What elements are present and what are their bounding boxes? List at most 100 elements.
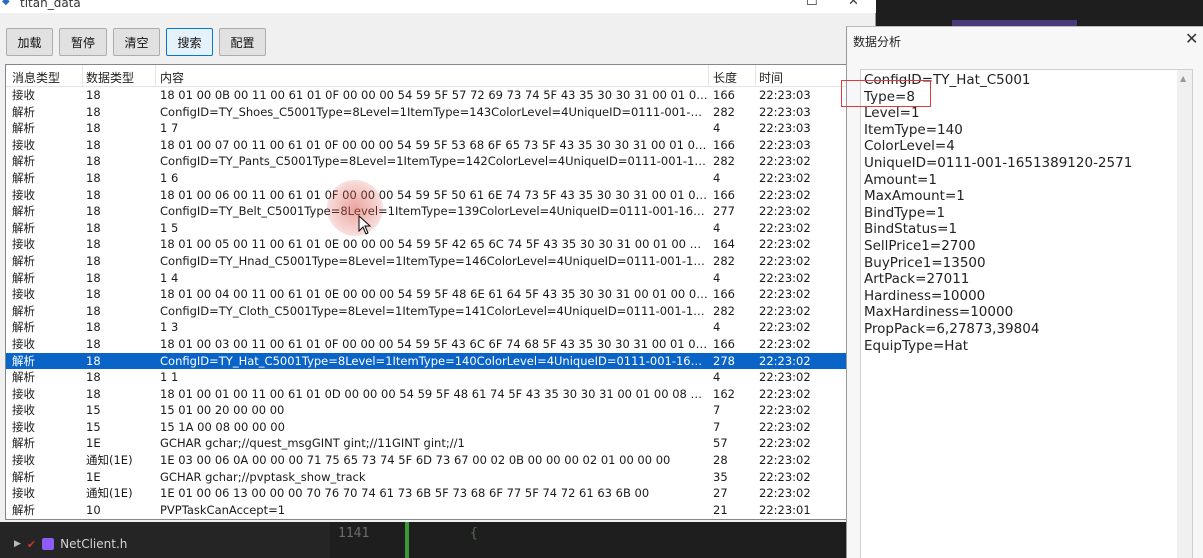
table-row[interactable]: 接收 18 18 01 00 01 00 11 00 61 01 0D 00 00 … [6, 386, 846, 403]
solution-file-item[interactable]: ▶ ✔ NetClient.h [14, 537, 127, 551]
time-cell: 22:23:02 [759, 204, 811, 219]
column-divider[interactable] [755, 65, 756, 87]
column-divider[interactable] [82, 65, 83, 87]
code-line: { [470, 526, 478, 541]
table-row[interactable]: 解析 1E GCHAR gchar;//pvptask_show_track 35 22… [6, 469, 846, 486]
maximize-icon[interactable]: ☐ [806, 0, 818, 9]
length-cell: 166 [713, 137, 735, 152]
clear-button[interactable]: 清空 [113, 28, 160, 56]
checkmark-icon: ✔ [26, 537, 37, 551]
time-cell: 22:23:02 [759, 469, 811, 484]
content-cell: ConfigID=TY_Hat_C5001Type=8Level=1ItemTy… [160, 353, 708, 368]
message-type-cell: 解析 [12, 469, 35, 484]
analysis-field: SellPrice1=2700 [864, 238, 976, 254]
table-row[interactable]: 解析 18 ConfigID=TY_Hat_C5001Type=8Level=1It… [6, 352, 846, 370]
table-row[interactable]: 接收 18 18 01 00 06 00 11 00 61 01 0F 00 00 … [6, 187, 846, 204]
analysis-field: UniqueID=0111-001-1651389120-2571 [864, 155, 1133, 171]
time-cell: 22:23:02 [759, 453, 811, 468]
data-type-cell: 18 [86, 204, 101, 219]
analysis-field: BindStatus=1 [864, 221, 958, 238]
content-cell: 1E 01 00 06 13 00 00 00 70 76 70 74 61 7… [160, 486, 650, 501]
solution-file-name: NetClient.h [60, 537, 128, 551]
time-cell: 22:23:02 [759, 237, 811, 252]
message-table[interactable]: 消息类型 数据类型 内容 长度 时间 接收 18 18 01 00 0B 00 11… [5, 64, 847, 520]
message-type-cell: 解析 [12, 320, 35, 335]
table-row[interactable]: 接收 18 18 01 00 03 00 11 00 61 01 0F 00 00 … [6, 336, 846, 353]
content-cell: GCHAR gchar;//quest_msgGINT gint;//11GIN… [160, 436, 465, 451]
table-row[interactable]: 接收 15 15 1A 00 08 00 00 00 7 22:23:02 [6, 419, 846, 436]
data-type-cell: 18 [86, 88, 101, 102]
table-row[interactable]: 解析 1E GCHAR gchar;//quest_msgGINT gint;//1… [6, 435, 846, 452]
table-row[interactable]: 解析 18 ConfigID=TY_Belt_C5001Type=8Level=1I… [6, 203, 846, 220]
scroll-up-icon[interactable]: ▲ [1180, 74, 1186, 83]
table-row[interactable]: 接收 18 18 01 00 0B 00 11 00 61 01 0F 00 00 … [6, 87, 846, 104]
data-type-cell: 1E [86, 436, 101, 451]
data-type-cell: 18 [86, 370, 101, 385]
table-row[interactable]: 解析 18 1 7 4 22:23:03 [6, 120, 846, 137]
table-row[interactable]: 解析 18 1 5 4 22:23:02 [6, 220, 846, 237]
content-cell: 1 1 [160, 370, 179, 385]
time-cell: 22:23:02 [759, 336, 811, 351]
table-row[interactable]: 接收 通知(1E) 1E 01 00 06 13 00 00 00 70 76 70… [6, 485, 846, 502]
table-row[interactable]: 解析 18 1 3 4 22:23:02 [6, 319, 846, 336]
table-row[interactable]: 接收 通知(1E) 1E 03 00 06 0A 00 00 00 71 75 65… [6, 452, 846, 469]
close-icon[interactable]: ✕ [848, 0, 859, 9]
pause-button[interactable]: 暂停 [59, 28, 107, 56]
data-type-cell: 通知(1E) [86, 453, 133, 468]
column-header-content[interactable]: 内容 [160, 69, 184, 86]
table-row[interactable]: 解析 18 ConfigID=TY_Pants_C5001Type=8Level=1… [6, 153, 846, 170]
expand-arrow-icon[interactable]: ▶ [14, 539, 21, 549]
length-cell: 4 [713, 320, 721, 335]
line-number: 1141 [338, 526, 370, 541]
time-cell: 22:23:02 [759, 287, 811, 302]
column-divider[interactable] [708, 65, 709, 87]
content-cell: 1 3 [160, 320, 179, 335]
time-cell: 22:23:02 [759, 386, 811, 401]
analysis-field: Level=1 [864, 105, 920, 122]
table-row[interactable]: 接收 18 18 01 00 04 00 11 00 61 01 0E 00 00 … [6, 286, 846, 303]
content-cell: 18 01 00 05 00 11 00 61 01 0E 00 00 00 5… [160, 237, 708, 252]
config-button[interactable]: 配置 [219, 28, 266, 56]
data-type-cell: 18 [86, 336, 101, 351]
search-button[interactable]: 搜索 [166, 28, 213, 56]
table-row[interactable]: 解析 10 PVPTaskCanAccept=1 21 22:23:01 [6, 502, 846, 519]
message-type-cell: 接收 [12, 403, 35, 418]
content-cell: 15 01 00 20 00 00 00 [160, 403, 285, 418]
message-type-cell: 接收 [12, 287, 35, 302]
content-cell: 18 01 00 0B 00 11 00 61 01 0F 00 00 00 5… [160, 88, 708, 102]
table-row[interactable]: 解析 18 1 6 4 22:23:02 [6, 170, 846, 187]
column-header-length[interactable]: 长度 [713, 69, 737, 86]
analysis-field: MaxAmount=1 [864, 188, 965, 205]
close-icon[interactable]: ✕ [1185, 29, 1198, 48]
column-header-data-type[interactable]: 数据类型 [86, 69, 134, 86]
table-row[interactable]: 解析 18 1 1 4 22:23:02 [6, 369, 846, 386]
table-row[interactable]: 接收 18 18 01 00 07 00 11 00 61 01 0F 00 00 … [6, 137, 846, 154]
time-cell: 22:23:02 [759, 436, 811, 451]
length-cell: 282 [713, 253, 735, 268]
table-row[interactable]: 接收 15 15 01 00 20 00 00 00 7 22:23:02 [6, 402, 846, 419]
analysis-scrollbar[interactable]: ▲ [1177, 70, 1192, 558]
length-cell: 4 [713, 270, 721, 285]
table-row[interactable]: 解析 18 1 4 4 22:23:02 [6, 270, 846, 287]
time-cell: 22:23:02 [759, 370, 811, 385]
content-cell: 18 01 00 03 00 11 00 61 01 0F 00 00 00 5… [160, 336, 708, 351]
length-cell: 4 [713, 370, 721, 385]
table-row[interactable]: 解析 18 ConfigID=TY_Cloth_C5001Type=8Level=1… [6, 303, 846, 320]
column-header-message-type[interactable]: 消息类型 [12, 69, 60, 86]
table-row[interactable]: 解析 18 ConfigID=TY_Shoes_C5001Type=8Level=1… [6, 104, 846, 121]
length-cell: 282 [713, 154, 735, 169]
column-divider[interactable] [155, 65, 156, 87]
length-cell: 4 [713, 170, 721, 185]
analysis-field: ArtPack=27011 [864, 271, 970, 288]
table-row[interactable]: 解析 18 ConfigID=TY_Hnad_C5001Type=8Level=1I… [6, 253, 846, 270]
length-cell: 278 [713, 353, 735, 368]
content-cell: 1 4 [160, 270, 179, 285]
content-cell: PVPTaskCanAccept=1 [160, 502, 286, 517]
load-button[interactable]: 加载 [6, 28, 53, 56]
column-header-time[interactable]: 时间 [759, 69, 783, 86]
analysis-textbox[interactable]: ▲ ConfigID=TY_Hat_C5001 Type=8 Level=1 Item… [860, 69, 1193, 558]
content-cell: 1 7 [160, 121, 179, 136]
message-type-cell: 接收 [12, 88, 35, 102]
table-row[interactable]: 接收 18 18 01 00 05 00 11 00 61 01 0E 00 00 … [6, 236, 846, 253]
message-type-cell: 接收 [12, 386, 35, 401]
